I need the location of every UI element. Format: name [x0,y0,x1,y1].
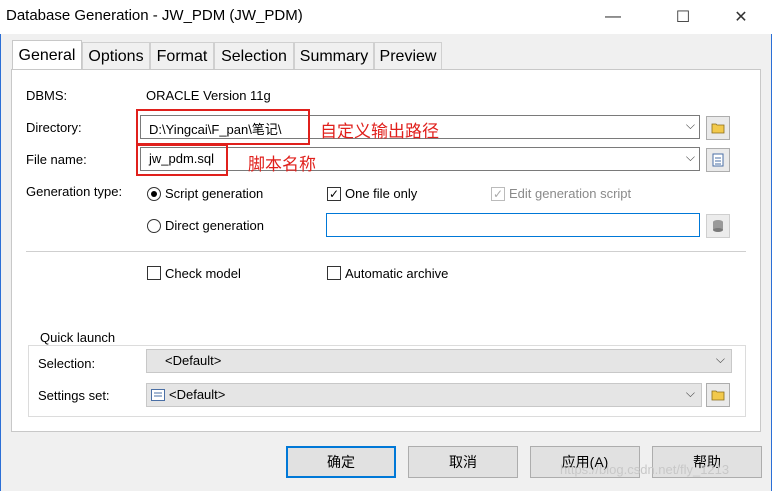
automatic-archive-checkbox[interactable] [327,266,341,280]
direct-generation-radio[interactable] [147,219,161,233]
ok-button[interactable]: 确定 [286,446,396,478]
separator [26,251,746,252]
quick-launch-label: Quick launch [38,330,118,345]
settings-list-icon [151,389,165,401]
minimize-button[interactable]: — [590,0,636,34]
tab-selection[interactable]: Selection [214,42,294,70]
filename-highlight [136,144,228,176]
settings-set-label: Settings set: [38,388,110,403]
edit-file-button[interactable] [706,148,730,172]
chevron-down-icon: ⌵ [715,352,725,366]
folder-icon [711,390,725,401]
chevron-down-icon: ⌵ [685,386,695,400]
tab-preview[interactable]: Preview [374,42,442,70]
script-generation-label: Script generation [165,186,264,201]
watermark-text: https://blog.csdn.net/fly_1213 [560,462,730,477]
directory-annotation: 自定义输出路径 [320,122,439,141]
tab-summary[interactable]: Summary [294,42,374,70]
document-icon [712,153,724,167]
one-file-only-checkbox[interactable]: ✓ [327,187,341,201]
cancel-button[interactable]: 取消 [408,446,518,478]
check-model-checkbox[interactable] [147,266,161,280]
folder-icon [711,123,725,134]
directory-highlight [136,109,310,145]
connect-button[interactable] [706,214,730,238]
one-file-only-label: One file only [345,186,418,201]
browse-folder-button[interactable] [706,116,730,140]
maximize-button[interactable]: ☐ [660,0,706,34]
edit-script-label: Edit generation script [509,186,632,201]
dbms-value: ORACLE Version 11g [146,88,271,103]
check-model-label: Check model [165,266,241,281]
edit-script-checkbox[interactable]: ✓ [491,187,505,201]
database-icon [713,220,723,232]
title-bar: Database Generation - JW_PDM (JW_PDM) — … [0,0,772,34]
filename-label: File name: [26,152,87,167]
tab-format[interactable]: Format [150,42,214,70]
selection-combo[interactable]: <Default> ⌵ [146,349,732,373]
open-settings-button[interactable] [706,383,730,407]
selection-label: Selection: [38,356,96,371]
automatic-archive-label: Automatic archive [345,266,449,281]
script-generation-radio[interactable] [147,187,161,201]
connection-input[interactable] [326,213,700,237]
direct-generation-label: Direct generation [165,218,264,233]
generation-type-label: Generation type: [26,184,123,199]
tab-general[interactable]: General [12,40,82,70]
settings-set-combo[interactable]: <Default> ⌵ [146,383,702,407]
settings-set-value: <Default> [169,387,226,402]
filename-annotation: 脚本名称 [248,155,316,174]
dbms-label: DBMS: [26,88,68,103]
window-title: Database Generation - JW_PDM (JW_PDM) [6,7,303,24]
chevron-down-icon: ⌵ [685,150,695,164]
close-button[interactable]: ✕ [718,0,764,34]
tab-options[interactable]: Options [82,42,150,70]
selection-value: <Default> [165,353,222,368]
chevron-down-icon: ⌵ [685,118,695,132]
directory-label: Directory: [26,120,82,135]
